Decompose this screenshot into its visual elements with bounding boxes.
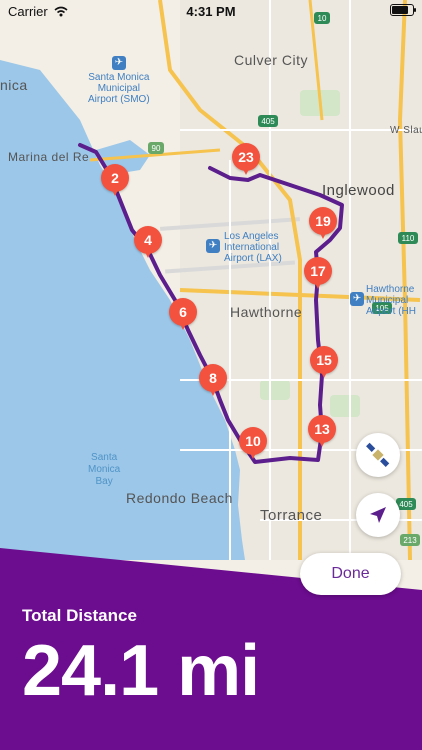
map-label-redondo: Redondo Beach (126, 490, 233, 506)
route-pin-2[interactable]: 2 (101, 164, 129, 196)
map-label-hawthorne: Hawthorne (230, 304, 303, 320)
route-pin-15[interactable]: 15 (310, 346, 338, 378)
water-line2: Monica (88, 464, 121, 475)
airport-smo-line2: Municipal (97, 83, 140, 94)
airport-lax-line1: Los Angeles (224, 231, 279, 242)
total-distance-label: Total Distance (22, 606, 137, 625)
water-line3: Bay (95, 476, 113, 487)
water-line1: Santa (91, 452, 118, 463)
airport-hhr-line2: Municipal (366, 295, 409, 306)
status-bar: Carrier 4:31 PM (0, 0, 422, 22)
highway-shield-90: 90 (152, 144, 161, 153)
status-time: 4:31 PM (186, 4, 236, 19)
battery-icon (390, 4, 416, 16)
map-label-culver-city: Culver City (234, 52, 308, 68)
route-pin-6[interactable]: 6 (169, 298, 197, 330)
route-pin-4[interactable]: 4 (134, 226, 162, 258)
airplane-icon: ✈ (350, 292, 364, 306)
route-pin-8[interactable]: 8 (199, 364, 227, 396)
airport-lax-line2: International (224, 242, 280, 253)
map-label-marina: Marina del Re (8, 150, 90, 164)
highway-shield-213: 213 (403, 536, 417, 545)
airport-hhr-line3: Airport (HH (366, 306, 417, 317)
satellite-icon (366, 442, 390, 467)
airport-lax-line3: Airport (LAX) (224, 253, 282, 264)
airport-label-hhr: ✈ Hawthorne Municipal Airport (HH (350, 284, 416, 317)
total-distance-value: 24.1 mi (22, 631, 260, 711)
airport-label-smo: ✈ Santa Monica Municipal Airport (SMO) (88, 56, 150, 105)
route-pin-17[interactable]: 17 (304, 257, 332, 289)
map-label-inglewood: Inglewood (322, 182, 395, 199)
route-pin-13[interactable]: 13 (308, 415, 336, 447)
highway-shield-405b: 405 (399, 500, 413, 509)
airplane-icon: ✈ (111, 56, 126, 70)
location-arrow-icon (370, 507, 386, 523)
airport-smo-line3: Airport (SMO) (88, 94, 150, 105)
map-label-w-slauson: W Slau (390, 125, 422, 136)
airplane-icon: ✈ (206, 239, 220, 253)
route-pin-19[interactable]: 19 (309, 207, 337, 239)
route-pin-23[interactable]: 23 (232, 143, 260, 175)
airport-smo-line1: Santa Monica (88, 72, 150, 83)
map-label-monica: nica (0, 77, 28, 93)
airport-label-lax: ✈ Los Angeles International Airport (LAX… (206, 231, 282, 264)
highway-shield-405: 405 (261, 117, 275, 126)
map-label-torrance: Torrance (260, 507, 323, 524)
locate-me-button[interactable] (356, 493, 400, 537)
done-button[interactable]: Done (300, 553, 401, 595)
map-style-button[interactable] (356, 433, 400, 477)
water-label-santa-monica-bay: Santa Monica Bay (88, 452, 120, 488)
route-pin-10[interactable]: 10 (239, 427, 267, 459)
airport-hhr-line1: Hawthorne (366, 284, 415, 295)
highway-shield-110: 110 (402, 234, 415, 243)
